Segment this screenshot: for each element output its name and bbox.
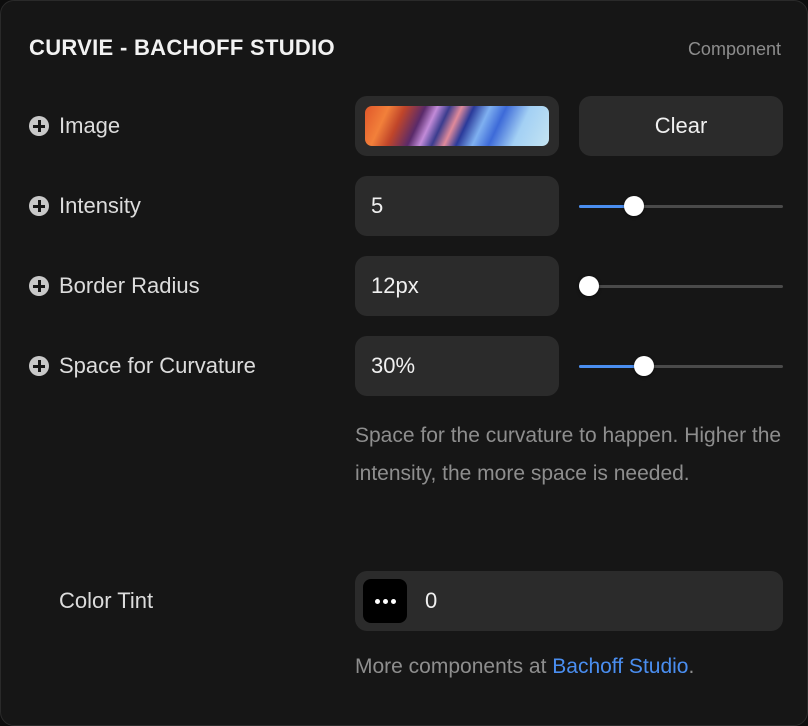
- slider-thumb[interactable]: [579, 276, 600, 296]
- border-radius-label: Border Radius: [59, 273, 200, 298]
- image-picker[interactable]: [355, 96, 559, 156]
- color-tint-field[interactable]: 0: [355, 571, 783, 631]
- plus-circle-icon[interactable]: [29, 356, 49, 376]
- space-description: Space for the curvature to happen. Highe…: [355, 424, 782, 485]
- color-tint-value[interactable]: 0: [425, 588, 437, 614]
- intensity-label: Intensity: [59, 193, 141, 218]
- intensity-slider[interactable]: [579, 196, 783, 216]
- space-row: Space for Curvature 30%: [1, 336, 808, 396]
- color-tint-label: Color Tint: [59, 588, 154, 613]
- space-input[interactable]: 30%: [355, 336, 559, 396]
- bachoff-studio-link[interactable]: Bachoff Studio: [552, 655, 688, 678]
- plus-circle-icon[interactable]: [29, 196, 49, 216]
- plus-circle-icon[interactable]: [29, 116, 49, 136]
- intensity-row: Intensity 5: [1, 176, 808, 236]
- image-row: Image Clear: [1, 96, 808, 156]
- footer-prefix: More components at: [355, 655, 553, 678]
- more-dots-icon: [390, 598, 396, 604]
- slider-thumb[interactable]: [624, 196, 645, 216]
- space-label-wrap: Space for Curvature: [29, 336, 256, 396]
- more-dots-icon: [374, 598, 380, 604]
- border-radius-slider[interactable]: [579, 276, 783, 296]
- image-preview: [365, 106, 549, 146]
- component-panel: CURVIE - BACHOFF STUDIO Component Image …: [0, 0, 808, 726]
- border-radius-label-wrap: Border Radius: [29, 256, 200, 316]
- footer-suffix: .: [688, 655, 695, 678]
- slider-track: [579, 285, 783, 288]
- image-label: Image: [59, 113, 121, 138]
- intensity-label-wrap: Intensity: [29, 176, 141, 236]
- intensity-input[interactable]: 5: [355, 176, 559, 236]
- more-dots-icon: [382, 598, 388, 604]
- plus-circle-icon[interactable]: [29, 276, 49, 296]
- image-label-wrap: Image: [29, 96, 120, 156]
- space-slider[interactable]: [579, 356, 783, 376]
- color-swatch-button[interactable]: [363, 579, 407, 623]
- border-radius-row: Border Radius 12px: [1, 256, 808, 316]
- space-label: Space for Curvature: [59, 353, 256, 378]
- border-radius-input[interactable]: 12px: [355, 256, 559, 316]
- footer-text: More components at Bachoff Studio.: [355, 655, 694, 679]
- slider-thumb[interactable]: [634, 356, 655, 376]
- panel-title: CURVIE - BACHOFF STUDIO: [29, 35, 335, 60]
- clear-button[interactable]: Clear: [579, 96, 783, 156]
- panel-subtitle: Component: [687, 39, 781, 59]
